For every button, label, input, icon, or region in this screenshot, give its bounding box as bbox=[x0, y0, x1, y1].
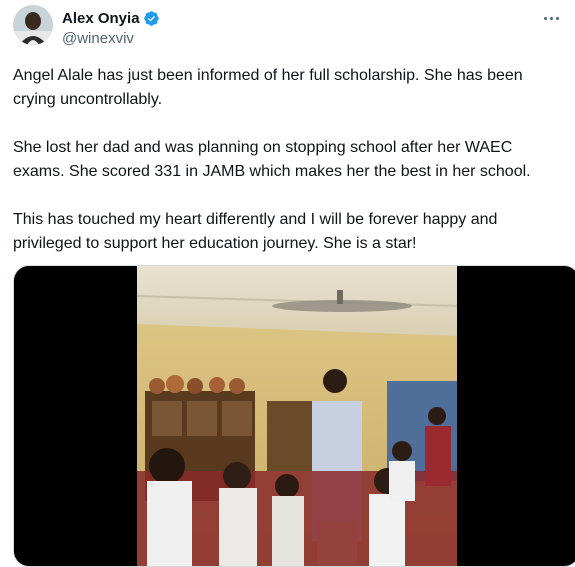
tweet-paragraph: She lost her dad and was planning on sto… bbox=[13, 139, 531, 180]
video-thumbnail bbox=[137, 266, 457, 566]
video-player[interactable] bbox=[13, 265, 575, 567]
author-display-name[interactable]: Alex Onyia bbox=[62, 10, 140, 27]
tweet-text: Angel Alale has just been informed of he… bbox=[13, 64, 565, 280]
author-handle[interactable]: @winexviv bbox=[62, 30, 134, 47]
avatar[interactable] bbox=[13, 5, 53, 45]
verified-badge-icon bbox=[143, 10, 160, 27]
tweet-paragraph: This has touched my heart differently an… bbox=[13, 211, 498, 252]
tweet-paragraph: Angel Alale has just been informed of he… bbox=[13, 67, 523, 108]
more-options-icon[interactable] bbox=[539, 8, 563, 28]
author-name-row: Alex Onyia bbox=[62, 8, 160, 28]
tweet-header: Alex Onyia @winexviv bbox=[0, 0, 575, 56]
